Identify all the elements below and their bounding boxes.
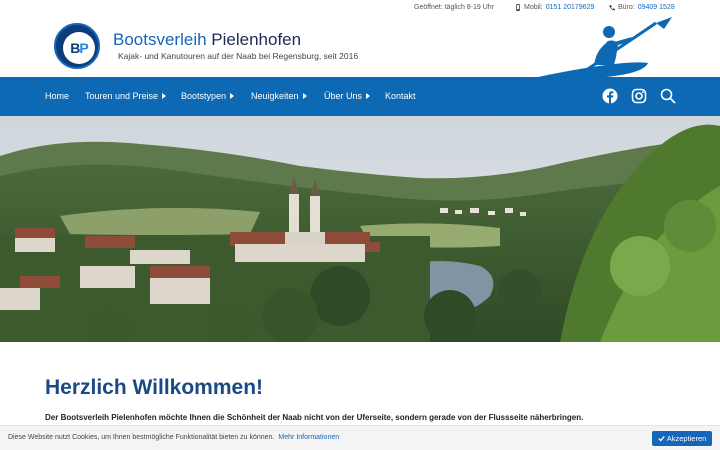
- mobile-contact[interactable]: Mobil: 0151 20179629: [515, 4, 594, 11]
- page-heading: Herzlich Willkommen!: [45, 376, 264, 399]
- instagram-icon[interactable]: [631, 88, 647, 104]
- logo-monogram: BP: [63, 32, 95, 64]
- nav-bootstypen-label: Bootstypen: [181, 91, 227, 101]
- main-navigation: Home Touren und Preise Bootstypen Neuigk…: [0, 77, 720, 116]
- caret-right-icon: [162, 93, 167, 99]
- caret-right-icon: [366, 93, 371, 99]
- nav-home[interactable]: Home: [45, 91, 69, 101]
- kayaker-silhouette-icon: [538, 17, 672, 79]
- nav-touren-und-preise[interactable]: Touren und Preise: [85, 91, 167, 101]
- mobile-number-link[interactable]: 0151 20179629: [546, 4, 595, 11]
- site-title[interactable]: Bootsverleih Pielenhofen: [113, 30, 301, 50]
- facebook-icon[interactable]: [602, 88, 618, 104]
- nav-kontakt[interactable]: Kontakt: [385, 91, 416, 101]
- cookie-text: Diese Website nutzt Cookies, um Ihnen be…: [8, 434, 275, 441]
- accept-cookies-label: Akzeptieren: [666, 434, 707, 443]
- mobile-label: Mobil:: [524, 4, 543, 11]
- site-title-first: Bootsverleih: [113, 30, 207, 49]
- caret-right-icon: [230, 93, 235, 99]
- nav-kontakt-label: Kontakt: [385, 91, 416, 101]
- site-title-second: Pielenhofen: [211, 30, 302, 49]
- cookie-banner: Diese Website nutzt Cookies, um Ihnen be…: [0, 425, 720, 450]
- search-icon[interactable]: [660, 88, 676, 104]
- mobile-phone-icon: [516, 4, 520, 11]
- opening-hours-text: Geöffnet: täglich 8-19 Uhr: [414, 4, 495, 11]
- opening-hours: Geöffnet: täglich 8-19 Uhr: [414, 4, 494, 11]
- nav-neuigkeiten-label: Neuigkeiten: [251, 91, 299, 101]
- nav-home-label: Home: [45, 91, 70, 101]
- accept-cookies-button[interactable]: Akzeptieren: [652, 431, 712, 446]
- site-logo[interactable]: BP: [54, 23, 100, 69]
- phone-icon: [609, 5, 615, 11]
- office-number-link[interactable]: 09409 1528: [638, 4, 675, 11]
- hero-image: [0, 116, 720, 342]
- cookie-notice: Diese Website nutzt Cookies, um Ihnen be…: [8, 434, 339, 441]
- village-river-landscape-image: [0, 116, 720, 342]
- intro-paragraph: Der Bootsverleih Pielenhofen möchte Ihne…: [45, 413, 584, 422]
- site-header: BP Bootsverleih Pielenhofen Kajak- und K…: [0, 17, 720, 79]
- office-label: Büro:: [618, 4, 635, 11]
- nav-ueber-uns-label: Über Uns: [324, 91, 363, 101]
- cookie-more-info-link[interactable]: Mehr Informationen: [278, 434, 339, 441]
- site-tagline: Kajak- und Kanutouren auf der Naab bei R…: [118, 51, 359, 61]
- office-contact[interactable]: Büro: 09409 1528: [609, 4, 675, 11]
- nav-neuigkeiten[interactable]: Neuigkeiten: [251, 91, 307, 101]
- nav-touren-label: Touren und Preise: [85, 91, 159, 101]
- nav-bootstypen[interactable]: Bootstypen: [181, 91, 235, 101]
- top-info-bar: Geöffnet: täglich 8-19 Uhr Mobil: 0151 2…: [0, 0, 720, 17]
- checkmark-icon: [658, 435, 665, 442]
- caret-right-icon: [302, 93, 307, 99]
- nav-ueber-uns[interactable]: Über Uns: [324, 91, 371, 101]
